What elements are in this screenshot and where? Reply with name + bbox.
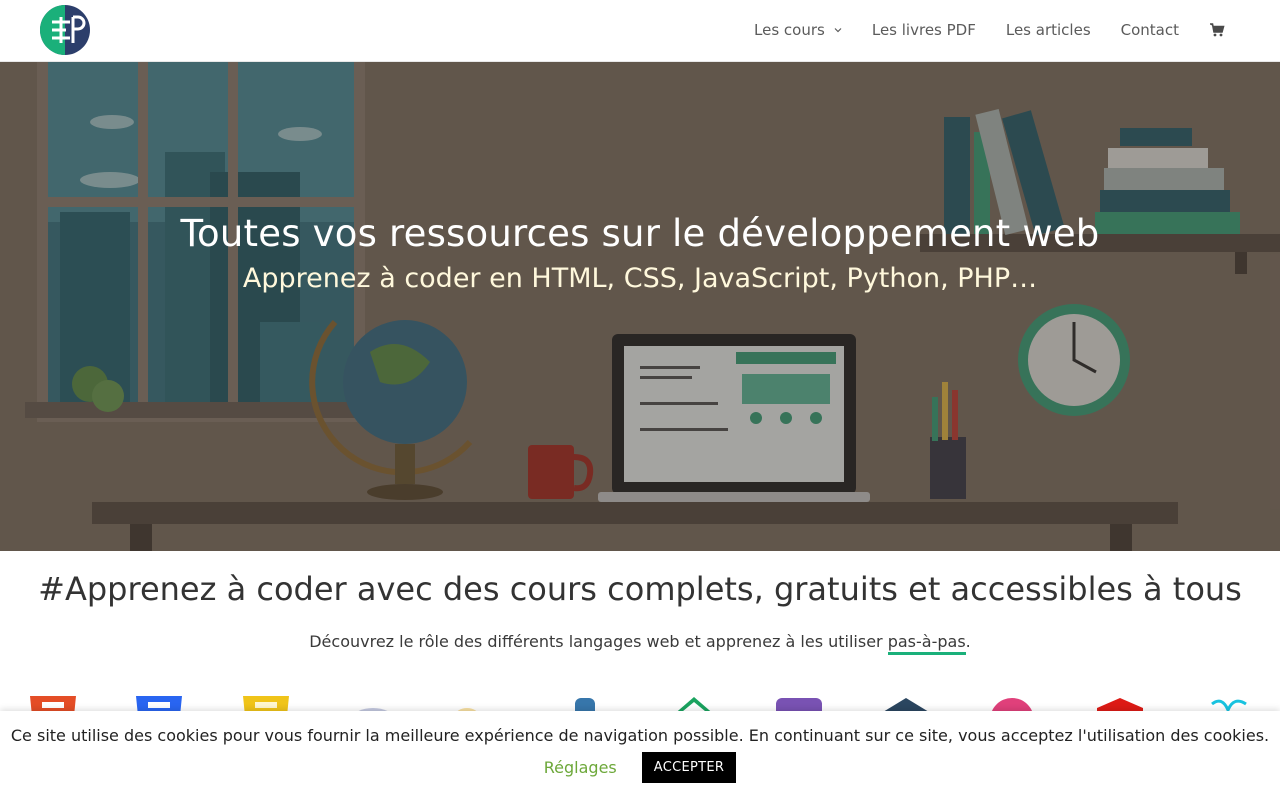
site-header: Les cours Les livres PDF Les articles Co… xyxy=(0,0,1280,62)
cookie-message: Ce site utilise des cookies pour vous fo… xyxy=(10,726,1270,745)
nav-item-label: Les articles xyxy=(1005,21,1091,39)
hero-title: Toutes vos ressources sur le développeme… xyxy=(180,212,1100,255)
cookie-accept-button[interactable]: ACCEPTER xyxy=(641,752,737,783)
nav-item-les-cours[interactable]: Les cours xyxy=(739,0,857,60)
site-logo[interactable] xyxy=(40,5,90,55)
nav-item-label: Les livres PDF xyxy=(871,21,976,39)
hero-subtitle: Apprenez à coder en HTML, CSS, JavaScrip… xyxy=(242,263,1038,294)
nav-item-contact[interactable]: Contact xyxy=(1106,0,1194,60)
section-description: Découvrez le rôle des différents langage… xyxy=(0,632,1280,655)
shopping-cart-icon xyxy=(1210,23,1225,37)
section-description-text: Découvrez le rôle des différents langage… xyxy=(309,632,888,651)
main-nav: Les cours Les livres PDF Les articles Co… xyxy=(739,0,1240,60)
highlight-pas-a-pas: pas-à-pas xyxy=(887,632,966,655)
cart-button[interactable] xyxy=(1194,0,1240,60)
nav-item-les-livres-pdf[interactable]: Les livres PDF xyxy=(857,0,991,60)
hero-overlay xyxy=(0,62,1280,551)
nav-item-les-articles[interactable]: Les articles xyxy=(991,0,1106,60)
cookie-actions: Réglages ACCEPTER xyxy=(0,752,1280,783)
section-title: #Apprenez à coder avec des cours complet… xyxy=(38,570,1242,608)
nav-item-label: Les cours xyxy=(754,21,825,39)
cookie-consent-bar: Ce site utilise des cookies pour vous fo… xyxy=(0,711,1280,800)
section-description-end: . xyxy=(965,632,971,651)
nav-item-label: Contact xyxy=(1120,21,1179,39)
chevron-down-icon xyxy=(834,28,842,33)
cookie-settings-link[interactable]: Réglages xyxy=(544,758,617,777)
hero-banner: Toutes vos ressources sur le développeme… xyxy=(0,62,1280,551)
